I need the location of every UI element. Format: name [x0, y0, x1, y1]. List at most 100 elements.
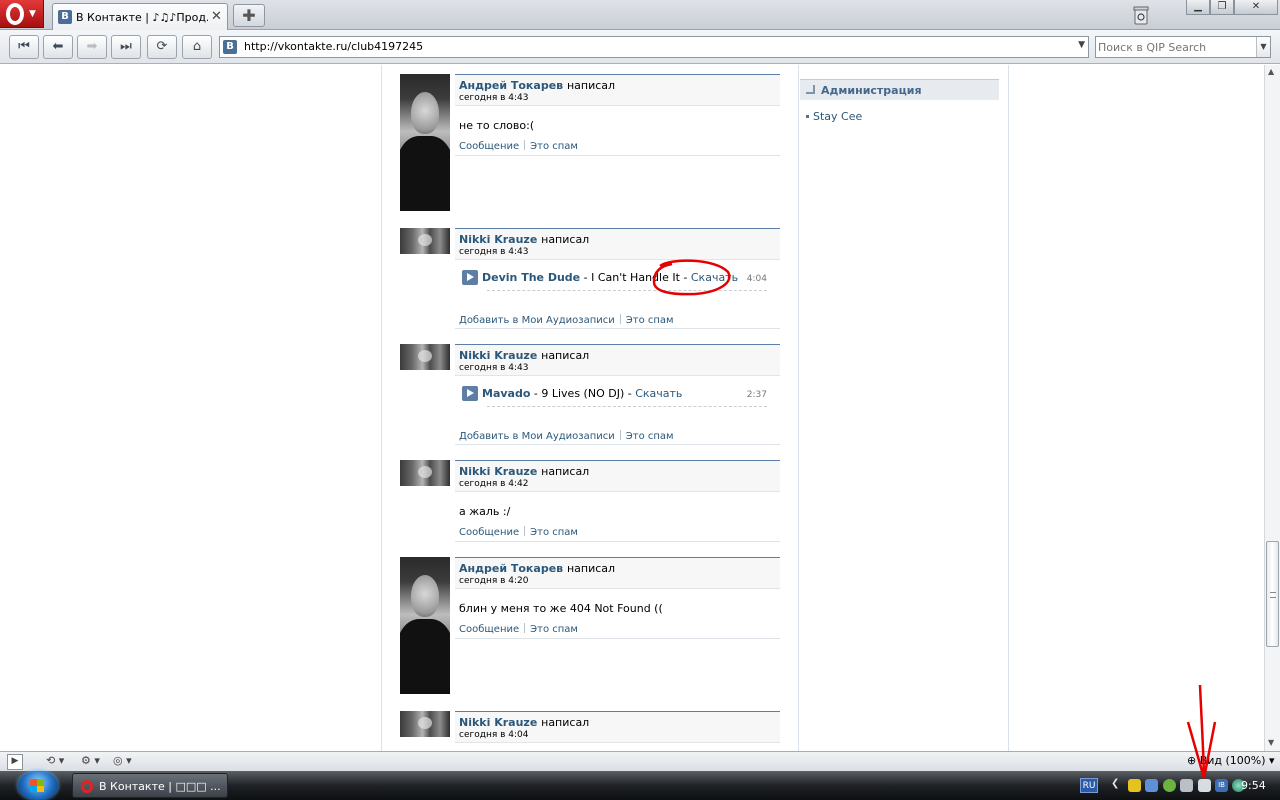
post-text: не то слово:(	[459, 119, 535, 132]
zoom-level[interactable]: Вид (100%)	[1200, 754, 1266, 767]
author-link[interactable]: Nikki Krauze	[459, 349, 537, 362]
home-button[interactable]: ⌂	[182, 35, 212, 59]
chevron-left-icon[interactable]: ❮	[1111, 778, 1124, 791]
qip-icon[interactable]	[1163, 779, 1176, 792]
opera-icon	[81, 780, 93, 793]
search-field[interactable]: ▼	[1095, 36, 1271, 58]
post-date: сегодня в 4:42	[459, 479, 529, 489]
scroll-down-icon[interactable]: ▼	[1268, 738, 1274, 747]
spam-link[interactable]: Это спам	[530, 527, 578, 538]
arrow-icon	[806, 85, 815, 94]
vertical-scrollbar[interactable]: ▲ ▼	[1264, 65, 1280, 751]
avatar[interactable]	[400, 711, 450, 737]
shield-icon[interactable]	[1128, 779, 1141, 792]
post-divider	[455, 155, 780, 156]
post-header: Nikki Krauze написал сегодня в 4:43	[455, 344, 780, 376]
language-indicator[interactable]: RU	[1080, 778, 1098, 793]
message-link[interactable]: Сообщение	[459, 527, 519, 538]
back-button[interactable]: ⬅	[43, 35, 73, 59]
close-tab-icon[interactable]: ✕	[211, 9, 222, 24]
play-icon[interactable]	[462, 386, 478, 401]
author-link[interactable]: Nikki Krauze	[459, 465, 537, 478]
download-link[interactable]: Скачать	[635, 387, 682, 400]
new-tab-button[interactable]: ✚	[233, 4, 265, 27]
sync-icon[interactable]: ⟲ ▾	[46, 754, 64, 770]
play-icon[interactable]	[462, 270, 478, 285]
post-header: Nikki Krauze написал сегодня в 4:43	[455, 228, 780, 260]
address-bar[interactable]: В http://vkontakte.ru/club4197245 ▼	[219, 36, 1089, 58]
author-link[interactable]: Андрей Токарев	[459, 79, 563, 92]
zoom-icon: ⊕	[1187, 754, 1197, 767]
browser-tab[interactable]: В В Контакте | ♪♫♪Прод... ✕	[52, 3, 228, 30]
vk-tray-icon[interactable]: IB	[1215, 779, 1228, 792]
clock[interactable]: 9:54	[1241, 779, 1266, 792]
author-link[interactable]: Андрей Токарев	[459, 562, 563, 575]
url-text[interactable]: http://vkontakte.ru/club4197245	[244, 40, 423, 53]
wall-post: Nikki Krauze написал сегодня в 4:04	[400, 711, 780, 751]
post-actions: Сообщение Это спам	[459, 526, 578, 538]
minimize-window-button[interactable]: ▁	[1186, 0, 1210, 15]
search-engine-dropdown[interactable]: ▼	[1256, 37, 1270, 57]
post-date: сегодня в 4:43	[459, 363, 529, 373]
opera-logo-icon	[6, 3, 24, 25]
add-to-audio-link[interactable]: Добавить в Мои Аудиозаписи	[459, 431, 615, 442]
content-border-right	[1008, 65, 1009, 751]
spam-link[interactable]: Это спам	[626, 431, 674, 442]
rewind-button[interactable]: ⏮	[9, 35, 39, 59]
message-link[interactable]: Сообщение	[459, 624, 519, 635]
scrollbar-thumb[interactable]	[1266, 541, 1279, 647]
message-link[interactable]: Сообщение	[459, 141, 519, 152]
audio-artist[interactable]: Mavado	[482, 387, 530, 400]
restore-window-button[interactable]: ❐	[1210, 0, 1234, 15]
add-to-audio-link[interactable]: Добавить в Мои Аудиозаписи	[459, 315, 615, 326]
vk-favicon-icon: В	[223, 40, 237, 54]
avatar[interactable]	[400, 344, 450, 370]
administration-title: Администрация	[821, 84, 922, 97]
turbo-icon[interactable]: ◎ ▾	[113, 754, 132, 770]
reload-button[interactable]: ⟳	[147, 35, 177, 59]
audio-title: - I Can't Handle It -	[580, 271, 691, 284]
connection-icon[interactable]	[1198, 779, 1211, 792]
post-actions: Добавить в Мои Аудиозаписи Это спам	[459, 430, 674, 442]
network-icon[interactable]	[1145, 779, 1158, 792]
audio-duration: 4:04	[746, 274, 767, 284]
search-input[interactable]	[1098, 39, 1248, 55]
post-divider	[455, 444, 780, 445]
spam-link[interactable]: Это спам	[530, 141, 578, 152]
chevron-down-icon[interactable]: ▼	[1078, 40, 1085, 50]
scroll-up-icon[interactable]: ▲	[1268, 67, 1274, 76]
start-button[interactable]	[16, 771, 60, 800]
post-header: Андрей Токарев написал сегодня в 4:20	[455, 557, 780, 589]
post-actions: Сообщение Это спам	[459, 623, 578, 635]
taskbar-item-opera[interactable]: В Контакте | □□□ ...	[72, 773, 228, 798]
wall-post: Nikki Krauze написал сегодня в 4:42 а жа…	[400, 460, 780, 546]
close-window-button[interactable]: ✕	[1234, 0, 1278, 15]
avatar[interactable]	[400, 228, 450, 254]
download-link[interactable]: Скачать	[691, 271, 738, 284]
opera-menu-button[interactable]: ▼	[0, 0, 44, 28]
avatar[interactable]	[400, 460, 450, 486]
audio-artist[interactable]: Devin The Dude	[482, 271, 580, 284]
trash-icon[interactable]	[1131, 4, 1151, 26]
unite-icon[interactable]: ⚙ ▾	[81, 754, 100, 770]
post-divider	[455, 638, 780, 639]
avatar[interactable]	[400, 74, 450, 211]
post-date: сегодня в 4:04	[459, 730, 529, 740]
audio-track: Devin The Dude - I Can't Handle It - Ска…	[460, 268, 767, 291]
post-date: сегодня в 4:43	[459, 93, 529, 103]
author-link[interactable]: Nikki Krauze	[459, 716, 537, 729]
tab-title: В Контакте | ♪♫♪Прод...	[76, 11, 208, 24]
avatar[interactable]	[400, 557, 450, 694]
audio-track: Mavado - 9 Lives (NO DJ) - Скачать 2:37	[460, 384, 767, 407]
post-actions: Добавить в Мои Аудиозаписи Это спам	[459, 314, 674, 326]
author-link[interactable]: Nikki Krauze	[459, 233, 537, 246]
speaker-icon[interactable]	[1180, 779, 1193, 792]
windows-taskbar: В Контакте | □□□ ... RU ❮ IB 9:54	[0, 771, 1280, 800]
fast-forward-button[interactable]: ⏭	[111, 35, 141, 59]
admin-member-link[interactable]: Stay Cee	[805, 110, 862, 123]
post-date: сегодня в 4:43	[459, 247, 529, 257]
spam-link[interactable]: Это спам	[530, 624, 578, 635]
forward-button[interactable]: ➡	[77, 35, 107, 59]
panel-toggle-icon[interactable]: ▶	[7, 754, 23, 770]
spam-link[interactable]: Это спам	[626, 315, 674, 326]
